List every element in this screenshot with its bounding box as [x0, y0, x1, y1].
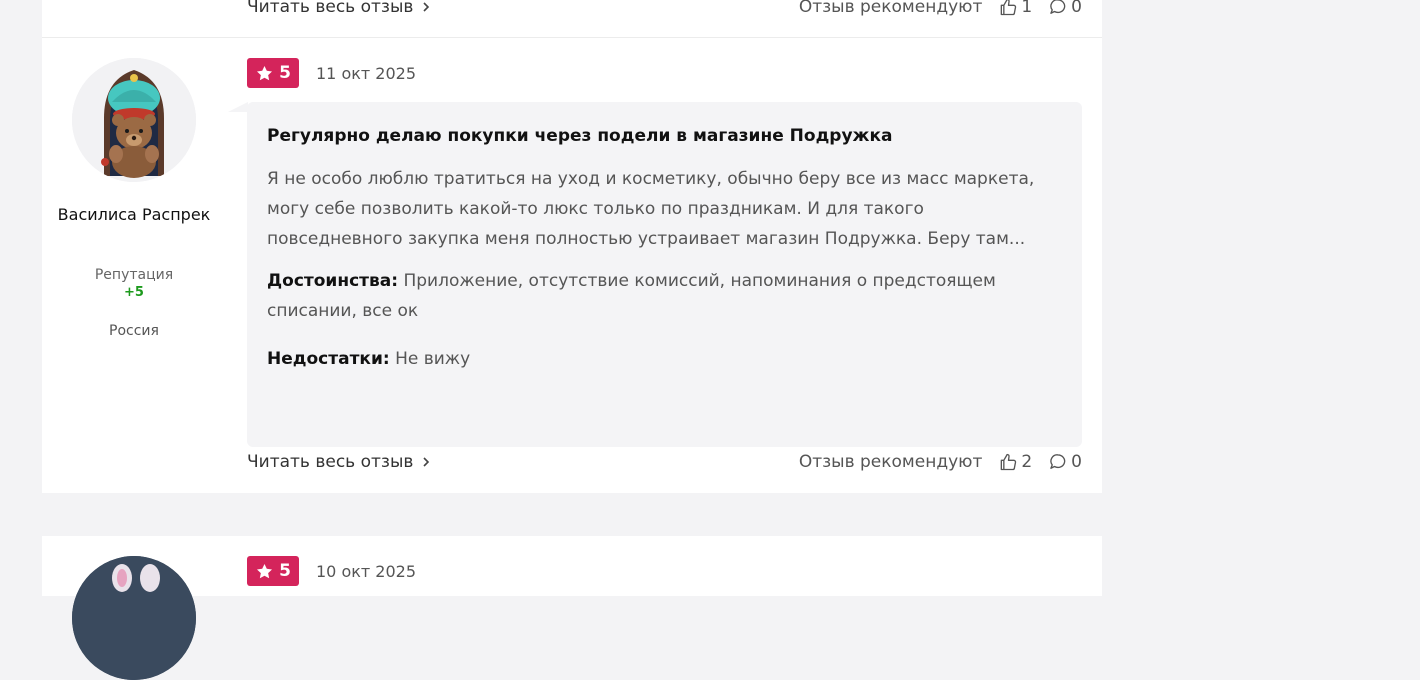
review-card: Василиса Распрек Репутация +5 Россия 5 1… — [42, 38, 1102, 493]
comments-button[interactable]: 0 — [1048, 0, 1082, 17]
like-count: 1 — [1021, 0, 1033, 17]
cons-label: Недостатки: — [267, 349, 390, 369]
rating-badge: 5 — [247, 58, 299, 88]
review-footer: Читать весь отзыв Отзыв рекомендуют 2 0 — [247, 450, 1082, 474]
like-button[interactable]: 1 — [998, 0, 1032, 17]
review-card-next: 5 10 окт 2025 — [42, 536, 1102, 680]
review-actions: Отзыв рекомендуют 1 0 — [799, 0, 1082, 17]
recommend-label: Отзыв рекомендуют — [798, 0, 983, 17]
reputation-label: Репутация — [94, 267, 174, 283]
review-card-previous: Читать весь отзыв Отзыв рекомендуют 1 0 — [42, 0, 1102, 38]
review-pros: Достоинства: Приложение, отсутствие коми… — [267, 266, 1062, 326]
author-name[interactable]: Василиса Распрек — [42, 204, 226, 225]
bubble-tail — [228, 102, 248, 112]
pros-label: Достоинства: — [267, 271, 399, 291]
review-date: 10 окт 2025 — [316, 562, 417, 581]
rating-value: 5 — [279, 561, 291, 581]
cons-text: Не вижу — [395, 349, 471, 369]
review-title[interactable]: Регулярно делаю покупки через подели в м… — [267, 124, 1062, 148]
comment-count: 0 — [1071, 0, 1082, 17]
comment-count: 0 — [1071, 452, 1082, 472]
thumbs-up-icon — [1001, 453, 1017, 471]
read-full-review-link[interactable]: Читать весь отзыв — [247, 452, 431, 472]
review-footer: Читать весь отзыв Отзыв рекомендуют 1 0 — [247, 0, 1082, 18]
recommend-label: Отзыв рекомендуют — [798, 452, 983, 472]
author-country: Россия — [109, 323, 159, 339]
review-text: Я не особо люблю тратиться на уход и кос… — [267, 169, 1035, 249]
read-more-label: Читать весь отзыв — [247, 0, 414, 17]
read-more-label: Читать весь отзыв — [247, 452, 414, 472]
avatar[interactable] — [72, 58, 196, 182]
rating-value: 5 — [279, 63, 291, 83]
rating-badge: 5 — [247, 556, 299, 586]
star-icon — [257, 563, 273, 578]
star-icon — [257, 65, 273, 80]
review-date: 11 окт 2025 — [316, 64, 417, 83]
like-button[interactable]: 2 — [998, 452, 1032, 472]
chevron-right-icon — [423, 2, 430, 12]
read-full-review-link[interactable]: Читать весь отзыв — [247, 0, 431, 17]
comment-icon — [1050, 454, 1066, 469]
comments-button[interactable]: 0 — [1048, 452, 1082, 472]
like-count: 2 — [1021, 452, 1033, 472]
review-cons: Недостатки: Не вижу — [267, 344, 1062, 374]
review-body: Регулярно делаю покупки через подели в м… — [247, 102, 1082, 447]
reputation-value: +5 — [124, 285, 144, 300]
chevron-right-icon — [423, 457, 430, 467]
review-actions: Отзыв рекомендуют 2 0 — [799, 452, 1082, 472]
comment-icon — [1050, 0, 1066, 14]
bear-avatar-image — [72, 58, 196, 182]
thumbs-up-icon — [1001, 0, 1017, 16]
